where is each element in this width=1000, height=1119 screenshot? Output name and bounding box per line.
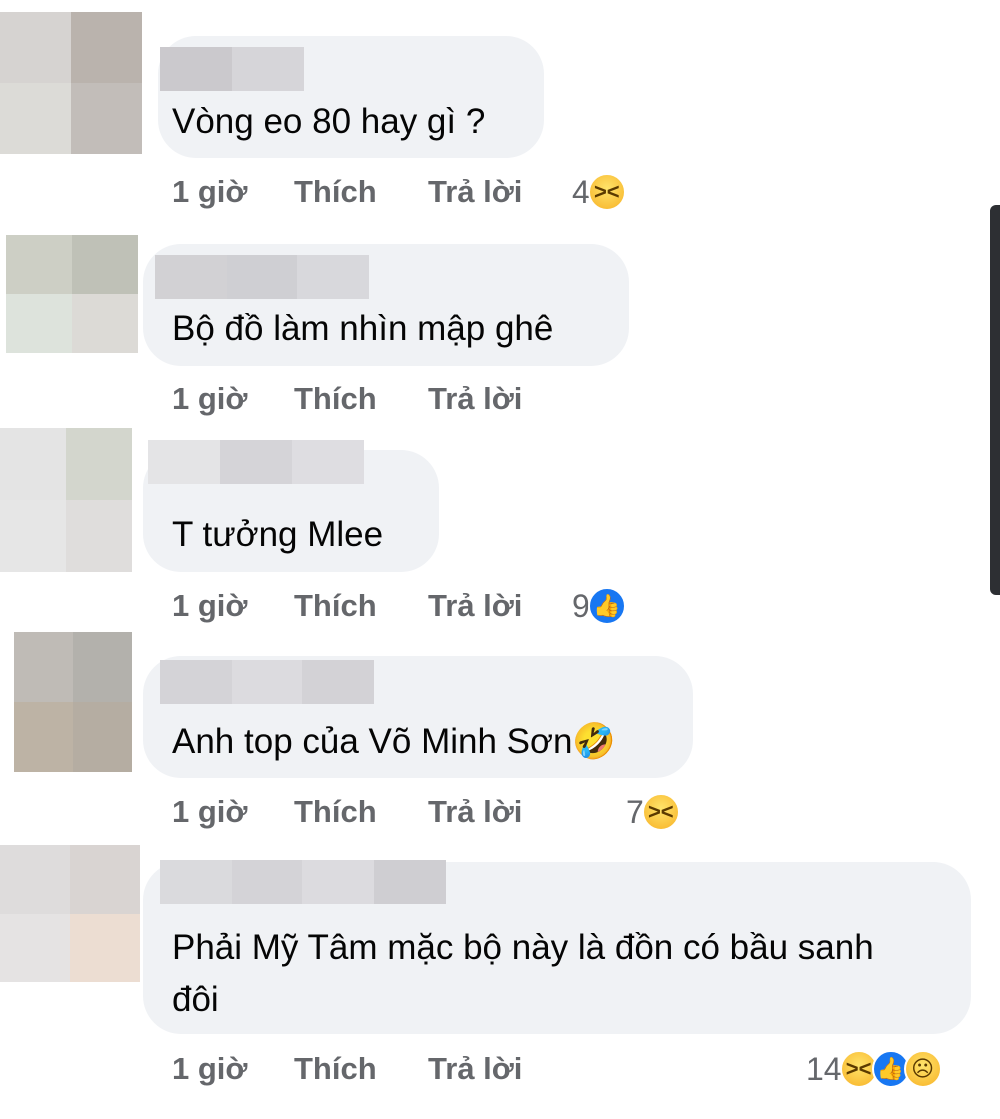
comment-text: T tưởng Mlee xyxy=(172,515,384,554)
avatar[interactable] xyxy=(6,235,138,353)
comment-actions: 1 giờ Thích Trả lời xyxy=(0,172,1000,212)
sad-icon: ☹ xyxy=(903,1050,942,1088)
like-button[interactable]: Thích xyxy=(294,588,377,624)
like-button[interactable]: Thích xyxy=(294,1051,377,1087)
reply-button[interactable]: Trả lời xyxy=(428,174,522,210)
comment-actions: 1 giờ Thích Trả lời xyxy=(0,792,1000,832)
comment-actions: 1 giờ Thích Trả lời xyxy=(0,586,1000,626)
comment-time[interactable]: 1 giờ xyxy=(172,794,247,830)
reply-button[interactable]: Trả lời xyxy=(428,1051,522,1087)
comment-actions: 1 giờ Thích Trả lời xyxy=(0,379,1000,419)
comment-text: Anh top của Võ Minh Sơn🤣 xyxy=(172,722,616,761)
avatar[interactable] xyxy=(0,845,140,982)
like-icon: 👍 xyxy=(587,587,626,625)
commenter-name-blurred[interactable] xyxy=(160,47,304,91)
scrollbar[interactable] xyxy=(990,205,1000,595)
comment-time[interactable]: 1 giờ xyxy=(172,588,247,624)
like-button[interactable]: Thích xyxy=(294,381,377,417)
like-button[interactable]: Thích xyxy=(294,794,377,830)
commenter-name-blurred[interactable] xyxy=(155,255,369,299)
haha-icon: >< xyxy=(587,173,626,211)
reaction-summary[interactable]: 9 👍 xyxy=(572,586,626,626)
avatar[interactable] xyxy=(0,12,142,154)
reply-button[interactable]: Trả lời xyxy=(428,381,522,417)
like-button[interactable]: Thích xyxy=(294,174,377,210)
reaction-summary[interactable]: 4 >< xyxy=(572,172,626,212)
reaction-count: 14 xyxy=(806,1050,842,1087)
avatar[interactable] xyxy=(0,428,132,572)
reply-button[interactable]: Trả lời xyxy=(428,794,522,830)
reaction-summary[interactable]: 14 >< 👍 ☹ xyxy=(806,1049,942,1089)
comment-time[interactable]: 1 giờ xyxy=(172,1051,247,1087)
comment-text: Bộ đồ làm nhìn mập ghê xyxy=(172,309,554,348)
comment-time[interactable]: 1 giờ xyxy=(172,381,247,417)
haha-icon: >< xyxy=(641,793,680,831)
reaction-summary[interactable]: 7 >< xyxy=(626,792,680,832)
comment-text: Vòng eo 80 hay gì ? xyxy=(172,102,486,141)
commenter-name-blurred[interactable] xyxy=(148,440,364,484)
avatar[interactable] xyxy=(14,632,132,772)
comment-time[interactable]: 1 giờ xyxy=(172,174,247,210)
commenter-name-blurred[interactable] xyxy=(160,860,446,904)
commenter-name-blurred[interactable] xyxy=(160,660,374,704)
comment-text: Phải Mỹ Tâm mặc bộ này là đồn có bầu san… xyxy=(172,928,874,1019)
reply-button[interactable]: Trả lời xyxy=(428,588,522,624)
